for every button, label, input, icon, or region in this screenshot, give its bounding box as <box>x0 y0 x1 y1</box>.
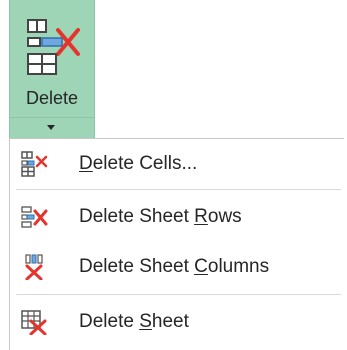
delete-cells-icon <box>27 19 80 75</box>
delete-button-label: Delete <box>25 88 79 108</box>
delete-dropdown-arrow[interactable] <box>10 117 94 139</box>
menu-item-label: Delete Sheet <box>79 311 189 332</box>
delete-sheet-rows-icon <box>21 206 48 228</box>
delete-cells-icon <box>21 151 48 177</box>
delete-ribbon-button[interactable]: Delete <box>9 0 95 138</box>
menu-separator <box>16 189 341 190</box>
menu-item-delete-sheet-columns[interactable]: Delete Sheet Columns <box>10 244 345 290</box>
chevron-down-icon <box>47 125 55 130</box>
menu-item-delete-sheet[interactable]: Delete Sheet <box>10 299 345 345</box>
delete-sheet-icon <box>21 310 47 335</box>
menu-separator <box>16 294 341 295</box>
menu-item-label: Delete Sheet Columns <box>79 256 270 277</box>
delete-dropdown-menu: Delete Cells... Delete Sheet Rows Delete… <box>9 138 344 350</box>
delete-sheet-columns-icon <box>25 254 43 280</box>
menu-item-label: Delete Cells... <box>79 153 198 174</box>
menu-item-delete-sheet-rows[interactable]: Delete Sheet Rows <box>10 194 345 240</box>
menu-item-label: Delete Sheet Rows <box>79 206 242 227</box>
menu-item-delete-cells[interactable]: Delete Cells... <box>10 141 345 187</box>
